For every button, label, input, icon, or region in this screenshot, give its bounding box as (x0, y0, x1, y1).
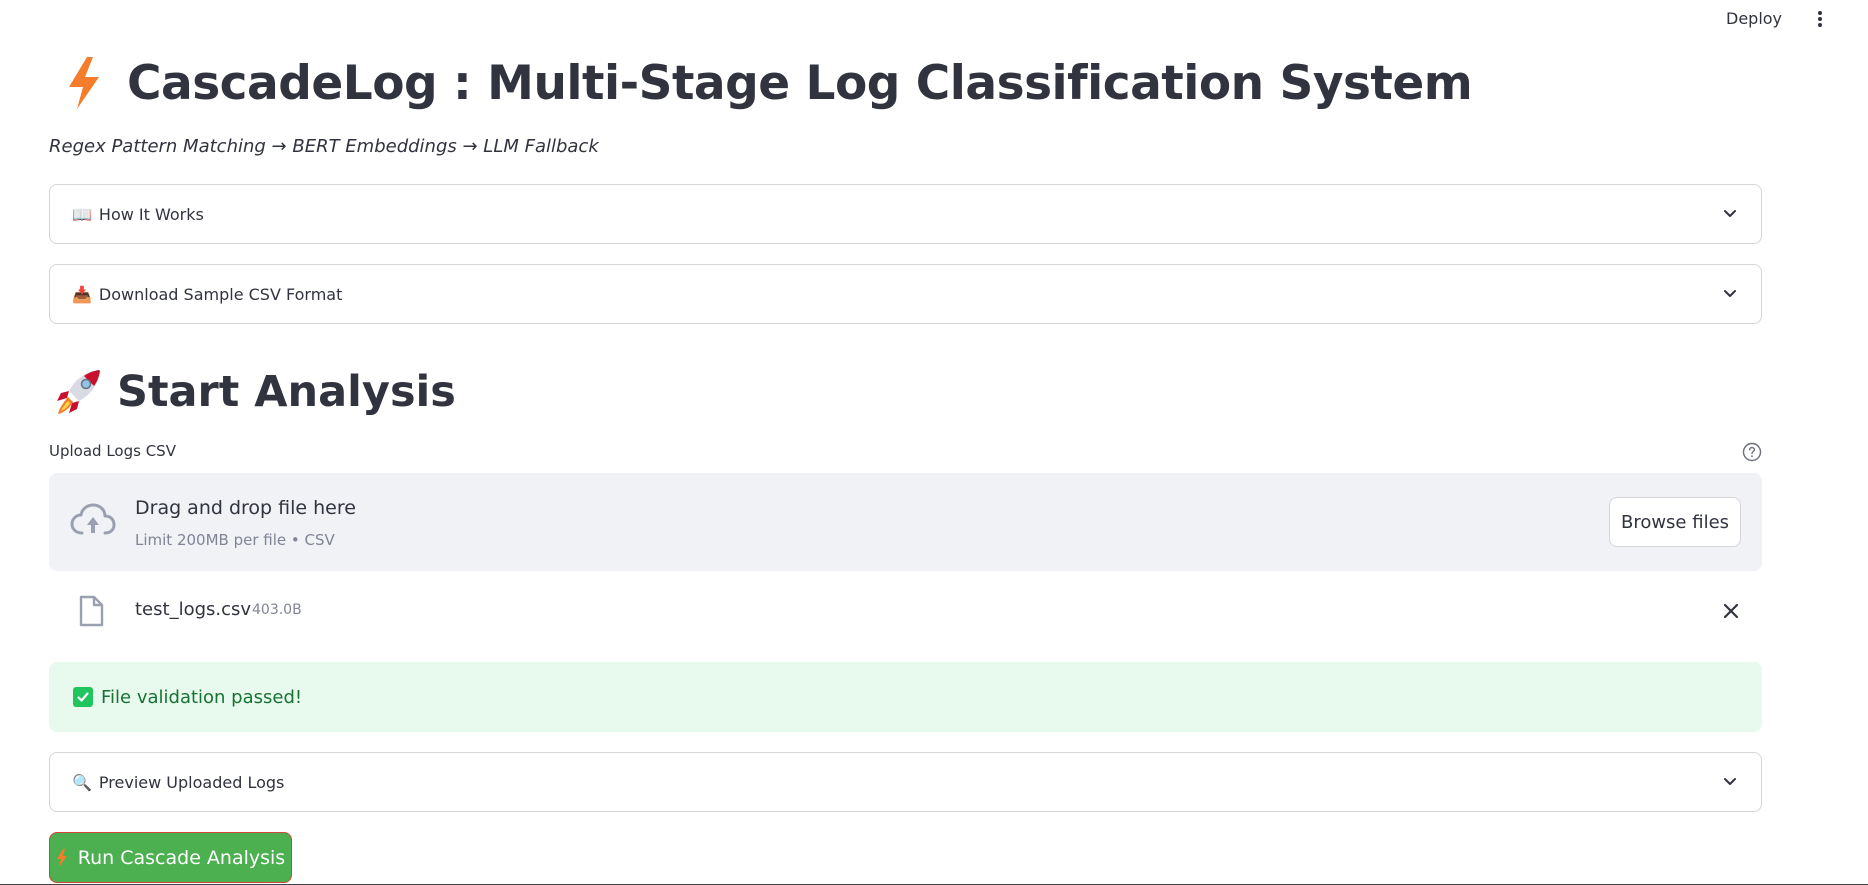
uploaded-file-name: test_logs.csv (135, 599, 252, 620)
help-icon[interactable] (1742, 442, 1762, 462)
section-title-text: Start Analysis (117, 367, 456, 417)
deploy-button[interactable]: Deploy (1720, 8, 1788, 30)
expander-download-sample-header: 📥 Download Sample CSV Format (72, 285, 342, 304)
chevron-down-icon (1724, 290, 1736, 297)
run-cascade-analysis-button[interactable]: Run Cascade Analysis (49, 832, 292, 883)
top-toolbar: Deploy (0, 0, 1868, 38)
expander-how-it-works-header: 📖 How It Works (72, 205, 204, 224)
cloud-upload-icon (70, 503, 116, 535)
expander-preview-logs-header: 🔍 Preview Uploaded Logs (72, 773, 284, 792)
chevron-down-icon (1724, 778, 1736, 785)
expander-download-sample-label: Download Sample CSV Format (98, 284, 343, 304)
rocket-icon (57, 370, 100, 414)
uploaded-file-row: test_logs.csv 403.0B (49, 590, 1762, 632)
file-dropzone[interactable]: Drag and drop file here Limit 200MB per … (49, 473, 1762, 571)
page-title: CascadeLog : Multi-Stage Log Classificat… (61, 50, 1473, 116)
lightning-icon (69, 57, 99, 109)
expander-preview-logs[interactable]: 🔍 Preview Uploaded Logs (49, 752, 1762, 812)
inbox-tray-icon: 📥 (72, 284, 92, 304)
magnifier-icon: 🔍 (72, 772, 92, 792)
main-menu-icon[interactable] (1812, 8, 1828, 30)
checkmark-icon (73, 687, 93, 707)
book-icon: 📖 (72, 204, 92, 224)
uploaded-file-size: 403.0B (252, 602, 302, 618)
close-icon[interactable] (1721, 601, 1741, 621)
browse-files-button[interactable]: Browse files (1609, 497, 1741, 547)
page-subtitle: Regex Pattern Matching → BERT Embeddings… (49, 136, 599, 157)
page-title-text: CascadeLog : Multi-Stage Log Classificat… (127, 55, 1473, 111)
upload-label: Upload Logs CSV (49, 442, 176, 460)
section-title-start-analysis: Start Analysis (55, 362, 456, 422)
lightning-icon (56, 848, 67, 867)
file-icon (79, 595, 104, 627)
expander-download-sample[interactable]: 📥 Download Sample CSV Format (49, 264, 1762, 324)
success-message: File validation passed! (101, 686, 303, 708)
success-alert: File validation passed! (49, 662, 1762, 732)
chevron-down-icon (1724, 210, 1736, 217)
expander-preview-logs-label: Preview Uploaded Logs (98, 772, 285, 792)
dropzone-limit: Limit 200MB per file • CSV (135, 531, 335, 549)
expander-how-it-works[interactable]: 📖 How It Works (49, 184, 1762, 244)
run-button-label: Run Cascade Analysis (77, 846, 286, 869)
dropzone-title: Drag and drop file here (135, 497, 356, 519)
expander-how-it-works-label: How It Works (98, 204, 204, 224)
